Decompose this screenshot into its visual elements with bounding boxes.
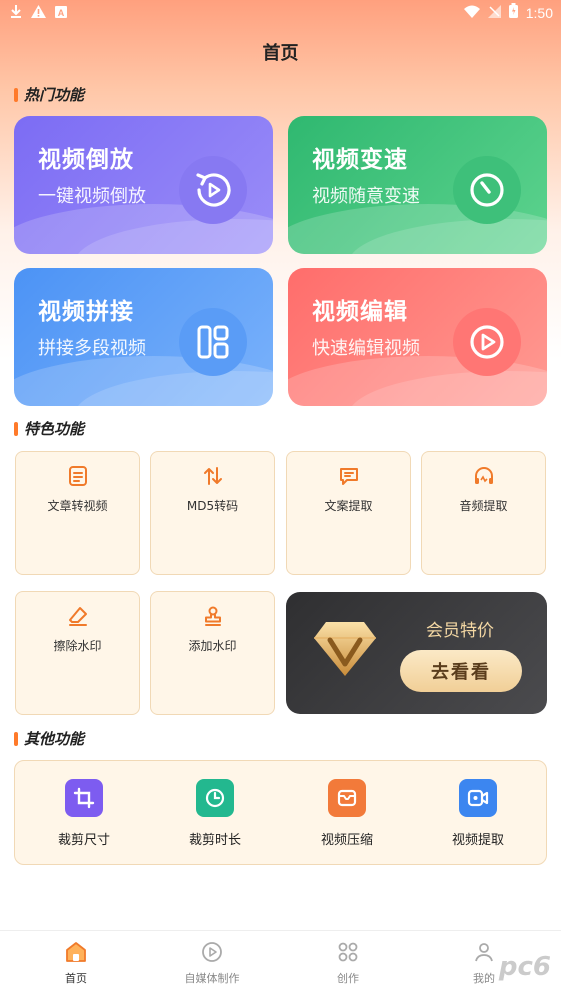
nav-label: 首页 bbox=[65, 972, 87, 985]
section-accent-bar bbox=[14, 731, 18, 746]
other-video-extract[interactable]: 视频提取 bbox=[428, 779, 528, 848]
section-title-hot: 热门功能 bbox=[14, 84, 84, 105]
hot-card-subtitle: 拼接多段视频 bbox=[38, 338, 146, 359]
battery-icon bbox=[508, 3, 518, 22]
section-title-other-label: 其他功能 bbox=[24, 730, 85, 748]
status-bar: A 1:50 bbox=[0, 0, 561, 26]
feature-label: 添加水印 bbox=[188, 639, 237, 653]
watermark-logo: pc6 bbox=[498, 952, 551, 982]
feature-audio-extract[interactable]: 音频提取 bbox=[421, 451, 546, 575]
hot-card-speed[interactable]: 视频变速 视频随意变速 bbox=[288, 116, 547, 254]
section-accent-bar bbox=[14, 421, 18, 436]
section-title-featured: 特色功能 bbox=[14, 418, 84, 439]
vip-title: 会员特价 bbox=[426, 621, 494, 641]
stamp-icon bbox=[202, 605, 224, 627]
feature-label: 音频提取 bbox=[459, 499, 508, 513]
splice-icon bbox=[179, 308, 247, 376]
media-icon bbox=[199, 939, 225, 965]
wifi-icon bbox=[463, 3, 480, 22]
status-notifications: A bbox=[10, 4, 67, 23]
feature-label: 文案提取 bbox=[324, 499, 373, 513]
hot-card-subtitle: 快速编辑视频 bbox=[312, 338, 420, 359]
warning-icon bbox=[31, 4, 46, 23]
profile-icon bbox=[471, 939, 497, 965]
other-item-label: 裁剪时长 bbox=[188, 833, 241, 848]
section-title-featured-label: 特色功能 bbox=[24, 420, 85, 438]
compress-icon bbox=[328, 779, 366, 817]
section-title-other: 其他功能 bbox=[14, 728, 84, 749]
section-accent-bar bbox=[14, 87, 18, 102]
feature-copy-extract[interactable]: 文案提取 bbox=[286, 451, 411, 575]
hot-card-subtitle: 视频随意变速 bbox=[312, 186, 420, 207]
home-icon bbox=[63, 939, 89, 965]
feature-erase-watermark[interactable]: 擦除水印 bbox=[15, 591, 140, 715]
other-item-label: 视频压缩 bbox=[320, 833, 373, 848]
nav-label: 自媒体制作 bbox=[184, 972, 240, 985]
hot-card-edit[interactable]: 视频编辑 快速编辑视频 bbox=[288, 268, 547, 406]
download-icon bbox=[10, 4, 22, 23]
feature-label: MD5转码 bbox=[186, 499, 239, 513]
hot-card-title: 视频倒放 bbox=[38, 147, 134, 173]
vip-view-button[interactable]: 去看看 bbox=[400, 650, 522, 692]
nav-item-media[interactable]: 自媒体制作 bbox=[157, 939, 267, 986]
hot-card-splice[interactable]: 视频拼接 拼接多段视频 bbox=[14, 268, 273, 406]
eraser-icon bbox=[67, 605, 89, 627]
status-system: 1:50 bbox=[463, 3, 553, 22]
section-title-hot-label: 热门功能 bbox=[24, 86, 85, 104]
page-title: 首页 bbox=[262, 43, 299, 64]
feature-md5-transcode[interactable]: MD5转码 bbox=[150, 451, 275, 575]
feature-add-watermark[interactable]: 添加水印 bbox=[150, 591, 275, 715]
speed-icon bbox=[453, 156, 521, 224]
other-crop-size[interactable]: 裁剪尺寸 bbox=[34, 779, 134, 848]
play-icon bbox=[453, 308, 521, 376]
bottom-nav: 首页 自媒体制作 创作 我的 bbox=[0, 930, 561, 997]
video-extract-icon bbox=[459, 779, 497, 817]
hot-card-title: 视频变速 bbox=[312, 147, 408, 173]
transcode-icon bbox=[202, 465, 224, 487]
nav-item-create[interactable]: 创作 bbox=[293, 939, 403, 986]
hot-card-reverse[interactable]: 视频倒放 一键视频倒放 bbox=[14, 116, 273, 254]
nav-item-home[interactable]: 首页 bbox=[21, 939, 131, 986]
feature-label: 擦除水印 bbox=[53, 639, 102, 653]
other-item-label: 视频提取 bbox=[451, 833, 504, 848]
other-video-compress[interactable]: 视频压缩 bbox=[297, 779, 397, 848]
diamond-v-icon bbox=[312, 620, 378, 682]
clock-icon bbox=[196, 779, 234, 817]
no-signal-icon bbox=[487, 3, 501, 22]
message-icon bbox=[338, 465, 360, 487]
status-time: 1:50 bbox=[525, 4, 553, 21]
create-icon bbox=[335, 939, 361, 965]
nav-label: 创作 bbox=[337, 972, 359, 985]
headphone-icon bbox=[473, 465, 495, 487]
vip-promo-card[interactable]: 会员特价 去看看 bbox=[286, 592, 547, 714]
crop-icon bbox=[65, 779, 103, 817]
feature-article-to-video[interactable]: 文章转视频 bbox=[15, 451, 140, 575]
other-item-label: 裁剪尺寸 bbox=[57, 833, 110, 848]
other-functions-panel: 裁剪尺寸 裁剪时长 视频压缩 视频提取 bbox=[14, 760, 547, 865]
feature-label: 文章转视频 bbox=[47, 499, 108, 513]
svg-text:A: A bbox=[58, 8, 65, 18]
rewind-icon bbox=[179, 156, 247, 224]
hot-card-subtitle: 一键视频倒放 bbox=[38, 186, 146, 207]
hot-card-title: 视频编辑 bbox=[312, 299, 408, 325]
other-crop-duration[interactable]: 裁剪时长 bbox=[165, 779, 265, 848]
hot-card-title: 视频拼接 bbox=[38, 299, 134, 325]
article-icon bbox=[67, 465, 89, 487]
app-a-icon: A bbox=[55, 5, 67, 23]
